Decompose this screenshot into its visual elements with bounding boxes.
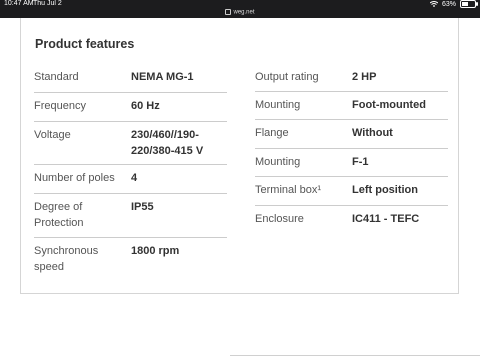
feature-value: NEMA MG-1 bbox=[131, 71, 194, 83]
feature-value: Without bbox=[352, 127, 393, 139]
feature-row: Number of poles 4 bbox=[34, 165, 227, 194]
feature-label: Enclosure bbox=[255, 213, 304, 225]
feature-label: Terminal box¹ bbox=[255, 184, 322, 196]
features-right-column: Output rating 2 HP Mounting Foot-mounted… bbox=[255, 64, 448, 235]
features-left-column: Standard NEMA MG-1 Frequency 60 Hz Volta… bbox=[34, 64, 227, 282]
feature-label: Mounting bbox=[255, 156, 301, 168]
divider bbox=[230, 355, 480, 356]
battery-fill bbox=[462, 2, 469, 6]
status-date: Thu Jul 2 bbox=[33, 0, 62, 7]
feature-value: IC411 - TEFC bbox=[352, 213, 420, 225]
feature-value: 230/460//190-220/380-415 V bbox=[131, 129, 204, 157]
wifi-icon bbox=[429, 1, 438, 7]
feature-value: Left position bbox=[352, 184, 418, 196]
lock-icon bbox=[225, 9, 232, 15]
address-bar[interactable]: weg.net bbox=[0, 9, 480, 16]
feature-label: Standard bbox=[34, 71, 79, 83]
feature-row: Flange Without bbox=[255, 120, 448, 149]
feature-label: Frequency bbox=[34, 100, 86, 112]
feature-value: 2 HP bbox=[352, 71, 377, 83]
feature-label: Number of poles bbox=[34, 172, 115, 184]
address-url: weg.net bbox=[233, 9, 255, 16]
feature-label: Flange bbox=[255, 127, 289, 139]
feature-row: Output rating 2 HP bbox=[255, 64, 448, 92]
feature-value: 4 bbox=[131, 172, 138, 184]
product-features-card: Product features Standard NEMA MG-1 Freq… bbox=[20, 18, 459, 294]
status-time: 10:47 AM bbox=[4, 0, 34, 7]
feature-row: Standard NEMA MG-1 bbox=[34, 64, 227, 93]
feature-label: Mounting bbox=[255, 99, 301, 111]
feature-value: F-1 bbox=[352, 156, 369, 168]
feature-row: Enclosure IC411 - TEFC bbox=[255, 206, 448, 235]
feature-label: Degree of Protection bbox=[34, 201, 84, 229]
feature-row: Frequency 60 Hz bbox=[34, 93, 227, 122]
feature-row: Mounting Foot-mounted bbox=[255, 92, 448, 120]
status-indicators: 63% bbox=[429, 0, 478, 8]
feature-value: 60 Hz bbox=[131, 100, 160, 112]
battery-icon bbox=[460, 0, 478, 8]
battery-percent: 63% bbox=[441, 0, 456, 8]
feature-row: Mounting F-1 bbox=[255, 149, 448, 177]
section-title: Product features bbox=[35, 37, 135, 51]
feature-label: Output rating bbox=[255, 71, 319, 83]
feature-row: Terminal box¹ Left position bbox=[255, 177, 448, 206]
feature-row: Degree of Protection IP55 bbox=[34, 194, 227, 238]
feature-value: 1800 rpm bbox=[131, 245, 180, 257]
feature-value: Foot-mounted bbox=[352, 99, 426, 111]
feature-row: Voltage 230/460//190-220/380-415 V bbox=[34, 122, 227, 165]
feature-row: Synchronous speed 1800 rpm bbox=[34, 238, 227, 282]
feature-label: Voltage bbox=[34, 129, 71, 141]
feature-value: IP55 bbox=[131, 201, 154, 213]
status-bar: 10:47 AM Thu Jul 2 weg.net 63% bbox=[0, 0, 480, 18]
feature-label: Synchronous speed bbox=[34, 245, 99, 273]
